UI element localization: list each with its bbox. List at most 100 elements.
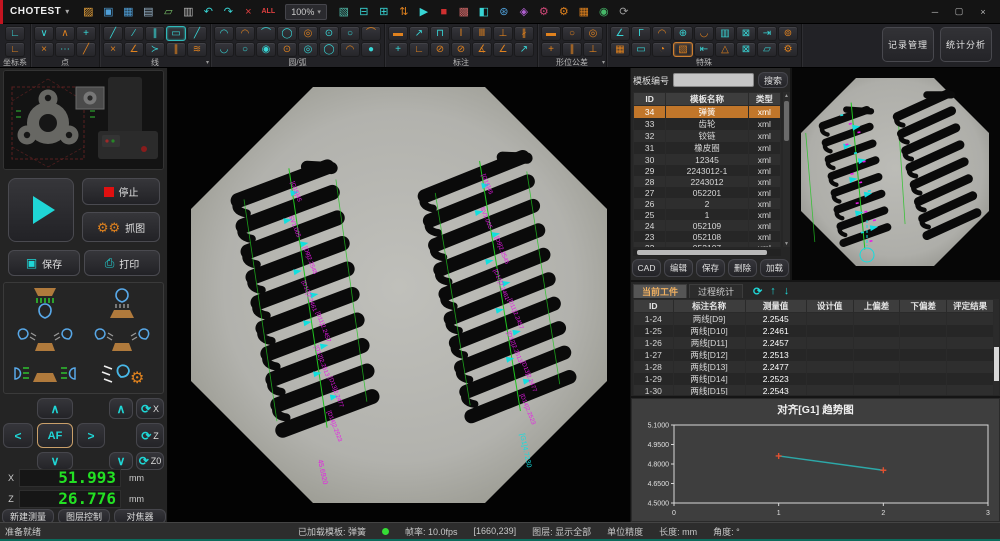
ribbon-tool-button[interactable]: ∥ [562, 42, 582, 57]
template-search-input[interactable] [673, 73, 754, 87]
maximize-button[interactable]: ▢ [948, 4, 970, 20]
ribbon-tool-button[interactable]: ▭ [631, 42, 651, 57]
autofocus-button[interactable]: AF [37, 423, 73, 448]
template-row[interactable]: 282243012xml [634, 176, 781, 187]
ribbon-tool-button[interactable]: ◠ [652, 26, 672, 41]
scroll-up-icon[interactable]: ▲ [783, 92, 790, 99]
record-management-button[interactable]: 记录管理 [882, 27, 934, 62]
ribbon-tool-button[interactable]: ∠ [493, 42, 513, 57]
ribbon-tool-button[interactable]: + [388, 42, 408, 57]
side-light-left-button[interactable] [6, 320, 84, 355]
delete-button[interactable]: 删除 [728, 259, 757, 277]
ribbon-tool-button[interactable]: ⊠ [736, 26, 756, 41]
ribbon-tool-button[interactable]: ◉ [256, 42, 276, 57]
statistics-analysis-button[interactable]: 统计分析 [940, 27, 992, 62]
ribbon-tool-button[interactable]: ◯ [277, 26, 297, 41]
run-button[interactable] [8, 178, 74, 242]
measurement-vertical-scrollbar[interactable] [994, 299, 999, 395]
ribbon-tool-button[interactable]: ⊙ [319, 26, 339, 41]
stop-button[interactable]: 停止 [82, 178, 160, 205]
ribbon-tool-button[interactable]: ○ [562, 26, 582, 41]
edit-icon[interactable]: ▱ [159, 3, 177, 21]
col-measured-value[interactable]: 测量值 [745, 300, 806, 313]
col-annotation-name[interactable]: 标注名称 [673, 300, 745, 313]
jog-right-button[interactable]: > [77, 423, 105, 448]
ribbon-tool-button[interactable]: △ [715, 42, 735, 57]
gear-icon[interactable]: ⚙ [555, 3, 573, 21]
ribbon-tool-button[interactable]: ∟ [5, 42, 25, 57]
ribbon-tool-button[interactable]: ∦ [514, 26, 534, 41]
zero-x-button[interactable]: ⟳X [136, 398, 164, 419]
backlight-button[interactable] [6, 356, 84, 391]
ribbon-tool-button[interactable]: ∧ [55, 26, 75, 41]
ribbon-tool-button[interactable]: ◔ [652, 42, 672, 57]
down-arrow-icon[interactable]: ↓ [784, 285, 790, 297]
ribbon-tool-button[interactable]: × [103, 42, 123, 57]
ribbon-tool-button[interactable]: + [76, 26, 96, 41]
folder-icon[interactable]: ▨ [79, 3, 97, 21]
zoom-select[interactable]: 100% ▾ [285, 4, 327, 20]
globe-icon[interactable]: ◉ [595, 3, 613, 21]
template-row[interactable]: 27052201xml [634, 187, 781, 198]
ribbon-tool-button[interactable]: ⊙ [277, 42, 297, 57]
template-row[interactable]: 32铰链xml [634, 130, 781, 142]
template-row[interactable]: 31橡皮圈xml [634, 142, 781, 154]
ribbon-tool-button[interactable]: ⊠ [736, 42, 756, 57]
overlay-icon[interactable]: ⊞ [375, 3, 393, 21]
tab-process-statistics[interactable]: 过程统计 [689, 284, 743, 298]
template-row[interactable]: 23052108xml [634, 231, 781, 242]
light-settings-button[interactable]: ⚙ [84, 356, 162, 391]
ribbon-tool-button[interactable]: ▥ [715, 26, 735, 41]
redo-icon[interactable]: ↷ [219, 3, 237, 21]
template-horizontal-scrollbar[interactable] [633, 249, 781, 256]
z-up-button[interactable]: ∧ [109, 398, 133, 419]
side-light-right-button[interactable] [84, 320, 162, 355]
link-icon[interactable]: ◧ [475, 3, 493, 21]
screen-icon[interactable]: ⊟ [355, 3, 373, 21]
ribbon-tool-button[interactable]: ╱ [103, 26, 123, 41]
ribbon-tool-button[interactable]: ▧ [673, 42, 693, 57]
ribbon-tool-button[interactable]: ↗ [409, 26, 429, 41]
measurement-row[interactable]: 1-29两线[D14]2.2523 [634, 373, 994, 385]
image-icon[interactable]: ▧ [335, 3, 353, 21]
app-menu-caret[interactable]: ▾ [65, 7, 69, 16]
ribbon-tool-button[interactable]: ▬ [541, 26, 561, 41]
chevron-down-icon[interactable]: ▾ [602, 59, 605, 66]
levels-icon[interactable]: ⇅ [395, 3, 413, 21]
template-row[interactable]: 34弹簧xml [634, 106, 781, 119]
ribbon-tool-button[interactable]: ╱ [76, 42, 96, 57]
ribbon-tool-button[interactable]: ∨ [34, 26, 54, 41]
ribbon-tool-button[interactable]: ▬ [388, 26, 408, 41]
measurement-row[interactable]: 1-24两线[D9]2.2545 [634, 313, 994, 326]
jog-left-button[interactable]: < [3, 423, 33, 448]
col-lower-deviation[interactable]: 下偏差 [900, 300, 947, 313]
col-id[interactable]: ID [634, 93, 666, 106]
ribbon-tool-button[interactable]: ⊥ [493, 26, 513, 41]
ribbon-tool-button[interactable]: ◡ [694, 26, 714, 41]
ribbon-tool-button[interactable]: ◠ [214, 26, 234, 41]
ribbon-tool-button[interactable]: ⊕ [673, 26, 693, 41]
up-arrow-icon[interactable]: ↑ [770, 285, 776, 297]
template-row[interactable]: 3012345xml [634, 154, 781, 165]
col-design-value[interactable]: 设计值 [806, 300, 853, 313]
ring-light-button[interactable] [84, 285, 162, 320]
shapes-icon[interactable]: ◈ [515, 3, 533, 21]
refresh-icon[interactable]: ⟳ [753, 285, 762, 298]
ribbon-tool-button[interactable]: ∥ [166, 42, 186, 57]
measurement-row[interactable]: 1-28两线[D13]2.2477 [634, 361, 994, 373]
save-icon[interactable]: ▣ [99, 3, 117, 21]
ribbon-tool-button[interactable]: ● [361, 42, 381, 57]
measurement-row[interactable]: 1-27两线[D12]2.2513 [634, 349, 994, 361]
ribbon-tool-button[interactable]: ⊚ [778, 26, 798, 41]
ribbon-tool-button[interactable]: ▱ [757, 42, 777, 57]
ribbon-tool-button[interactable]: ⌒ [256, 26, 276, 41]
save-button[interactable]: ▣ 保存 [8, 250, 80, 276]
col-type[interactable]: 类型 [748, 93, 780, 106]
ribbon-tool-button[interactable]: × [34, 42, 54, 57]
ribbon-tool-button[interactable]: ▦ [610, 42, 630, 57]
cad-button[interactable]: CAD [632, 259, 661, 277]
col-template-name[interactable]: 模板名称 [666, 93, 748, 106]
ribbon-tool-button[interactable]: Ⅰ [451, 26, 471, 41]
save-template-button[interactable]: 保存 [696, 259, 725, 277]
ribbon-tool-button[interactable]: ⋯ [55, 42, 75, 57]
